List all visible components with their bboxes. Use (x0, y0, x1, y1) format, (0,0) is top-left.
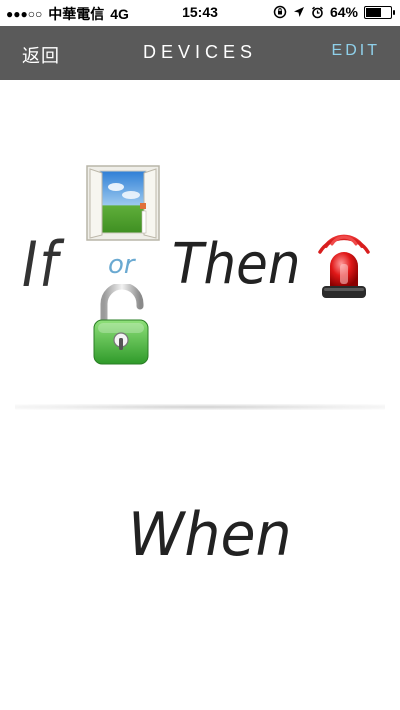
navigation-bar: 返回 DEVICES EDIT (0, 26, 400, 80)
window-sensor-icon[interactable] (86, 165, 160, 241)
section-divider (15, 404, 385, 410)
if-label: If (22, 228, 60, 301)
or-label: or (108, 250, 135, 280)
battery-percent: 64% (329, 4, 358, 20)
then-label: Then (172, 232, 301, 297)
status-bar: ●●●○○ 中華電信 4G 15:43 64% (0, 0, 400, 26)
siren-alarm-icon[interactable] (318, 230, 370, 302)
orientation-lock-icon (273, 5, 287, 19)
alarm-clock-icon (311, 6, 323, 18)
location-arrow-icon (293, 7, 304, 17)
padlock-icon[interactable] (90, 284, 154, 366)
when-label: When (128, 500, 292, 570)
status-right: 64% (273, 4, 395, 20)
edit-button[interactable]: EDIT (332, 42, 380, 60)
battery-icon (364, 5, 395, 19)
battery-fill (366, 7, 381, 17)
